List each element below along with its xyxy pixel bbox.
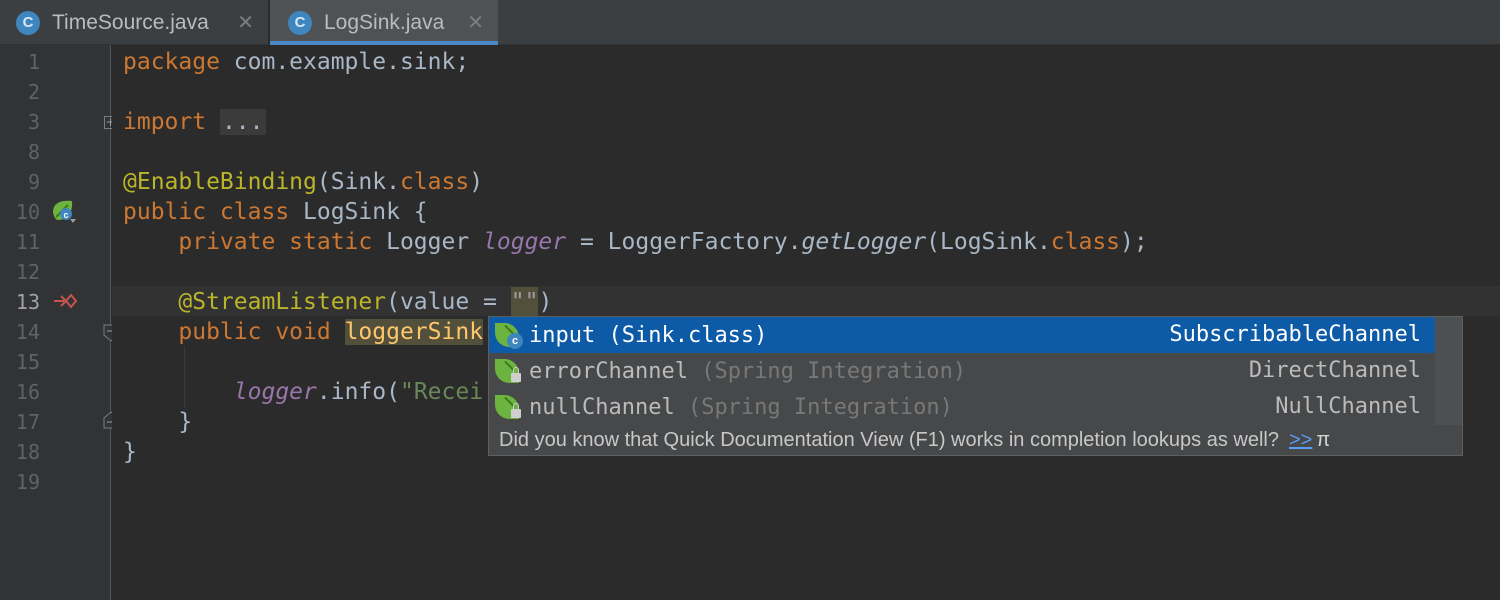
line-number: 10 [15,200,40,224]
line-number: 16 [15,380,40,404]
svg-text:c: c [63,210,68,220]
spring-channel-icon: c [495,321,523,349]
line-number: 17 [15,410,40,434]
spring-locked-icon [495,357,523,385]
completion-item[interactable]: c input (Sink.class) SubscribableChannel [489,317,1435,353]
code-line-16: logger.info("Recei [233,379,484,405]
completion-item[interactable]: nullChannel (Spring Integration) NullCha… [489,389,1435,425]
editor-tab-bar: C TimeSource.java ✕ C LogSink.java ✕ [0,0,1500,45]
code-line-14: public void loggerSink [178,319,484,345]
completion-detail: (Spring Integration) [687,358,967,384]
line-number: 15 [15,350,40,374]
line-number: 11 [15,230,40,254]
completion-name: errorChannel [529,358,688,384]
completion-name: input [529,322,596,348]
method-name[interactable]: loggerSink [344,319,484,345]
tab-label: LogSink.java [324,10,445,34]
line-number: 19 [15,470,40,494]
code-line-9: @EnableBinding(Sink.class) [123,169,484,195]
tab-logsink[interactable]: C LogSink.java ✕ [270,0,498,45]
line-number: 9 [27,170,40,194]
line-number-current: 13 [15,290,40,314]
code-line-18: } [123,439,137,465]
code-line-17: } [178,409,193,435]
completion-type: NullChannel [1275,394,1421,419]
code-line-1: package com.example.sink; [123,49,470,75]
line-number: 18 [15,440,40,464]
code-line-3: import ... [123,109,266,135]
completion-type: DirectChannel [1248,358,1421,383]
folded-imports[interactable]: ... [219,109,266,135]
java-class-icon: C [288,10,312,35]
close-icon[interactable]: ✕ [467,10,484,34]
code-line-10: public class LogSink { [123,199,428,225]
hint-more-link[interactable]: >> [1289,429,1312,451]
line-number: 2 [27,80,40,104]
string-placeholder[interactable]: "" [510,287,539,317]
hint-text: Did you know that Quick Documentation Vi… [499,429,1279,451]
line-number: 14 [15,320,40,344]
completion-hint: Did you know that Quick Documentation Vi… [499,425,1330,455]
line-number: 8 [27,140,40,164]
pi-icon[interactable]: π [1316,429,1330,451]
navigate-to-declaration-icon[interactable] [52,290,78,312]
completion-popup: c input (Sink.class) SubscribableChannel… [488,316,1463,456]
tab-label: TimeSource.java [52,10,209,34]
java-class-icon: C [16,10,40,35]
line-number: 3 [27,110,40,134]
code-line-13: @StreamListener(value = "") [178,287,553,317]
line-number: 1 [27,50,40,74]
completion-item[interactable]: errorChannel (Spring Integration) Direct… [489,353,1435,389]
completion-scrollbar[interactable] [1435,317,1462,425]
completion-detail: (Sink.class) [595,322,768,348]
close-icon[interactable]: ✕ [237,10,254,34]
completion-name: nullChannel [529,394,675,420]
spring-locked-icon [495,393,523,421]
code-line-11: private static Logger logger = LoggerFac… [178,229,1148,255]
line-number: 12 [15,260,40,284]
completion-detail: (Spring Integration) [674,394,953,420]
tab-timesource[interactable]: C TimeSource.java ✕ [0,0,268,45]
completion-type: SubscribableChannel [1169,322,1421,347]
spring-bean-gutter-icon[interactable]: c [50,198,80,226]
